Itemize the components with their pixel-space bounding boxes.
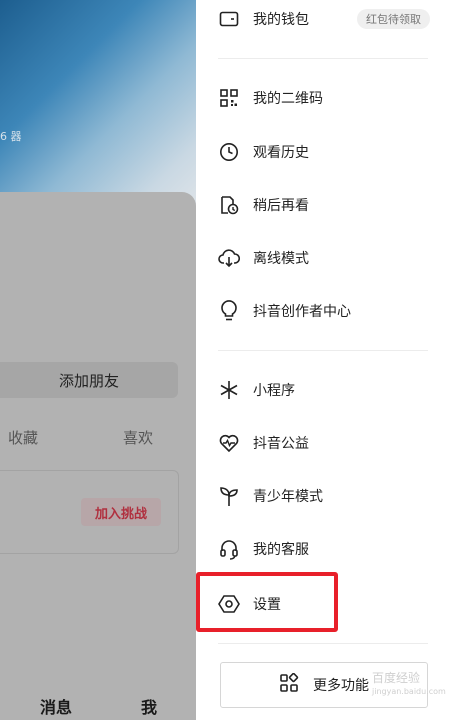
charity-heart-icon	[218, 432, 240, 454]
profile-background: 6 器 添加朋友 收藏 喜欢 加入挑战 消息 我	[0, 0, 196, 720]
menu-item-label: 我的客服	[253, 542, 309, 558]
headset-icon	[218, 538, 240, 560]
menu-item-label: 观看历史	[253, 145, 309, 161]
menu-item-qr-code[interactable]: 我的二维码	[218, 82, 323, 114]
menu-item-customer-service[interactable]: 我的客服	[218, 533, 309, 565]
clock-icon	[218, 141, 240, 163]
menu-item-label: 我的钱包	[253, 12, 309, 28]
mini-program-icon	[218, 379, 240, 401]
menu-item-watch-later[interactable]: 稍后再看	[218, 189, 309, 221]
divider	[218, 58, 428, 59]
menu-item-label: 抖音创作者中心	[253, 304, 351, 320]
lightbulb-icon	[218, 300, 240, 322]
menu-item-wallet[interactable]: 我的钱包	[218, 3, 309, 35]
nav-me[interactable]: 我	[141, 694, 157, 718]
watch-later-icon	[218, 194, 240, 216]
sprout-icon	[218, 485, 240, 507]
watermark: 百度经验 jingyan.baidu.com	[372, 672, 446, 698]
menu-item-creator-center[interactable]: 抖音创作者中心	[218, 295, 351, 327]
tab-favorites[interactable]: 收藏	[8, 427, 38, 448]
menu-item-mini-programs[interactable]: 小程序	[218, 374, 295, 406]
settings-highlight-box	[196, 572, 338, 632]
cloud-download-icon	[218, 247, 240, 269]
side-drawer: 我的钱包 红包待领取 我的二维码 观看历史 稍后再看 离线模式 抖音创作者中心	[196, 0, 450, 720]
menu-item-watch-history[interactable]: 观看历史	[218, 136, 309, 168]
add-friend-button[interactable]: 添加朋友	[0, 362, 178, 398]
divider	[218, 350, 428, 351]
menu-item-label: 青少年模式	[253, 489, 323, 505]
wallet-icon	[218, 8, 240, 30]
profile-panel	[0, 192, 196, 720]
menu-item-teen-mode[interactable]: 青少年模式	[218, 480, 323, 512]
grid-icon	[279, 672, 299, 697]
menu-item-label: 抖音公益	[253, 436, 309, 452]
nav-messages[interactable]: 消息	[40, 694, 72, 718]
wallet-red-packet-badge[interactable]: 红包待领取	[357, 9, 430, 29]
cover-caption: 6 器	[0, 130, 22, 143]
profile-cover-image	[0, 0, 196, 205]
menu-item-label: 稍后再看	[253, 198, 309, 214]
watermark-main: 百度经验	[372, 671, 421, 685]
qr-code-icon	[218, 87, 240, 109]
menu-item-offline-mode[interactable]: 离线模式	[218, 242, 309, 274]
menu-item-charity[interactable]: 抖音公益	[218, 427, 309, 459]
tab-likes[interactable]: 喜欢	[123, 427, 153, 448]
menu-item-label: 离线模式	[253, 251, 309, 267]
watermark-sub: jingyan.baidu.com	[372, 687, 446, 696]
join-challenge-button[interactable]: 加入挑战	[81, 498, 161, 526]
menu-item-label: 小程序	[253, 383, 295, 399]
divider	[218, 643, 428, 644]
more-features-label: 更多功能	[313, 678, 369, 694]
menu-item-label: 我的二维码	[253, 91, 323, 107]
